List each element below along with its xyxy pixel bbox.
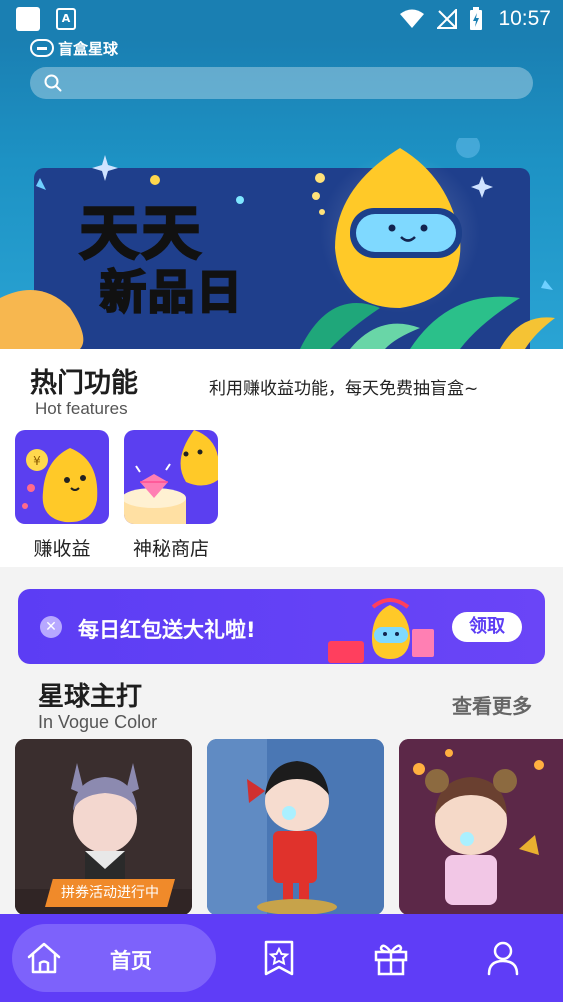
section-title: 热门功能 bbox=[30, 368, 138, 399]
product-image bbox=[399, 739, 563, 915]
status-icons bbox=[399, 6, 483, 32]
feature-mystery-shop[interactable]: 神秘商店 bbox=[124, 430, 218, 561]
app-name: 盲盒星球 bbox=[58, 39, 119, 58]
feature-earn[interactable]: ¥ 赚收益 bbox=[15, 430, 109, 561]
no-signal-icon bbox=[437, 9, 457, 29]
nav-label: 首页 bbox=[110, 949, 152, 973]
section-subtitle: In Vogue Color bbox=[38, 712, 158, 732]
product-card[interactable]: 拼券活动进行中 bbox=[15, 739, 192, 915]
clock: 10:57 bbox=[498, 7, 551, 30]
diamond-blob-icon bbox=[124, 430, 218, 524]
status-badge: 拼券活动进行中 bbox=[45, 879, 175, 907]
app-notification-icon: A bbox=[56, 8, 76, 30]
collection-icon[interactable] bbox=[262, 940, 296, 976]
search-icon bbox=[44, 74, 62, 92]
red-packet-banner[interactable]: ✕ 每日红包送大礼啦! 领取 bbox=[18, 589, 545, 664]
wifi-icon bbox=[400, 9, 424, 28]
coin-blob-icon: ¥ bbox=[15, 430, 109, 524]
view-more-link[interactable]: 查看更多 bbox=[452, 690, 532, 719]
section-subtitle: Hot features bbox=[35, 399, 128, 418]
battery-charging-icon bbox=[470, 7, 482, 30]
search-input[interactable] bbox=[30, 67, 533, 99]
product-card[interactable] bbox=[399, 739, 563, 915]
hot-features-section: 热门功能 Hot features 利用赚收益功能，每天免费抽盲盒~ ¥ 赚收益 bbox=[0, 349, 563, 567]
notification-icon bbox=[16, 7, 40, 31]
app-logo: 盲盒星球 bbox=[30, 38, 118, 58]
status-bar: A 10:57 bbox=[0, 0, 563, 38]
bottom-nav: 首页 bbox=[0, 914, 563, 1002]
mascot-gift-icon bbox=[328, 598, 434, 663]
profile-icon[interactable] bbox=[486, 940, 520, 976]
home-icon bbox=[27, 942, 61, 974]
product-card[interactable] bbox=[207, 739, 384, 915]
section-description: 利用赚收益功能，每天免费抽盲盒~ bbox=[209, 379, 479, 399]
feature-label: 神秘商店 bbox=[132, 538, 209, 560]
logo-icon bbox=[30, 39, 54, 57]
product-image bbox=[207, 739, 384, 915]
close-icon[interactable]: ✕ bbox=[40, 616, 62, 638]
gift-icon[interactable] bbox=[373, 940, 409, 976]
nav-item-home[interactable]: 首页 bbox=[12, 924, 216, 992]
feature-label: 赚收益 bbox=[33, 538, 91, 560]
svg-text:¥: ¥ bbox=[33, 454, 41, 468]
promo-text: 每日红包送大礼啦! bbox=[78, 618, 256, 642]
claim-button[interactable]: 领取 bbox=[452, 612, 522, 642]
banner-title-line2: 新品日 bbox=[99, 264, 244, 321]
section-title: 星球主打 bbox=[38, 682, 143, 712]
